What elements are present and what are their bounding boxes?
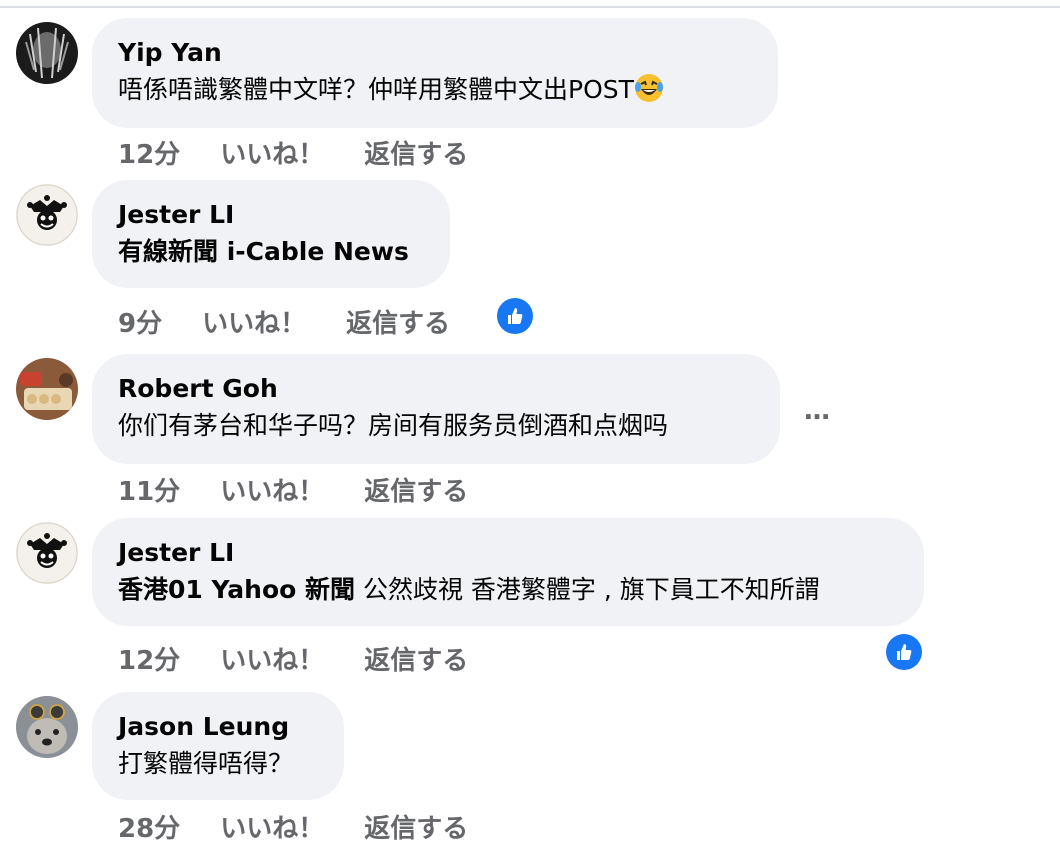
comment-actions: 12分 いいね！ 返信する [118, 638, 468, 678]
comment-author[interactable]: Jason Leung [118, 710, 318, 744]
reply-link[interactable]: 返信する [364, 808, 468, 845]
avatar[interactable] [16, 184, 78, 246]
avatar[interactable] [16, 696, 78, 758]
comment-timestamp[interactable]: 9分 [118, 303, 162, 340]
comment-text: 唔係唔識繁體中文咩？仲咩用繁體中文出POST [118, 70, 752, 110]
avatar[interactable] [16, 522, 78, 584]
comment-timestamp[interactable]: 12分 [118, 134, 180, 171]
comment-bubble: Robert Goh 你们有茅台和华子吗？房间有服务员倒酒和点烟吗 [92, 354, 780, 464]
like-link[interactable]: いいね！ [220, 471, 324, 508]
comment-timestamp[interactable]: 28分 [118, 808, 180, 845]
comment-text: 你们有茅台和华子吗？房间有服务员倒酒和点烟吗 [118, 411, 669, 440]
comment-bubble: Jester LI 香港01 Yahoo 新聞 公然歧視 香港繁體字 , 旗下員… [92, 518, 924, 626]
like-link[interactable]: いいね！ [220, 640, 324, 677]
comment-actions: 12分 いいね！ 返信する [118, 132, 468, 172]
comment-timestamp[interactable]: 12分 [118, 640, 180, 677]
like-reaction-icon[interactable] [497, 298, 533, 334]
avatar[interactable] [16, 22, 78, 84]
comment-actions: 28分 いいね！ 返信する [118, 806, 468, 846]
comment-text: 有線新聞 i-Cable News [118, 232, 424, 272]
comment-author[interactable]: Yip Yan [118, 36, 752, 70]
comment-bubble: Jason Leung 打繁體得唔得？ [92, 692, 344, 800]
laughing-tears-emoji-icon [634, 73, 664, 103]
comment-author[interactable]: Jester LI [118, 198, 424, 232]
like-link[interactable]: いいね！ [220, 808, 324, 845]
tagged-page-link[interactable]: 有線新聞 i-Cable News [118, 237, 409, 266]
comment-text: 打繁體得唔得？ [118, 749, 294, 778]
like-reaction-icon[interactable] [886, 634, 922, 670]
comment-text: 香港01 Yahoo 新聞 公然歧視 香港繁體字 , 旗下員工不知所謂 [118, 575, 820, 604]
reply-link[interactable]: 返信する [346, 303, 450, 340]
comment-actions: 11分 いいね！ 返信する [118, 469, 468, 509]
top-divider [0, 6, 1060, 8]
like-link[interactable]: いいね！ [220, 134, 324, 171]
avatar[interactable] [16, 358, 78, 420]
comment-author[interactable]: Jester LI [118, 536, 898, 570]
comment-author[interactable]: Robert Goh [118, 372, 754, 406]
comment-timestamp[interactable]: 11分 [118, 471, 180, 508]
like-link[interactable]: いいね！ [202, 303, 306, 340]
comment-bubble: Yip Yan 唔係唔識繁體中文咩？仲咩用繁體中文出POST [92, 18, 778, 128]
reply-link[interactable]: 返信する [364, 134, 468, 171]
tagged-page-link[interactable]: 香港01 Yahoo 新聞 [118, 575, 355, 604]
reply-link[interactable]: 返信する [364, 640, 468, 677]
reply-link[interactable]: 返信する [364, 471, 468, 508]
comment-bubble: Jester LI 有線新聞 i-Cable News [92, 180, 450, 288]
comment-actions: 9分 いいね！ 返信する [118, 301, 450, 341]
more-options-icon[interactable]: … [804, 396, 831, 426]
